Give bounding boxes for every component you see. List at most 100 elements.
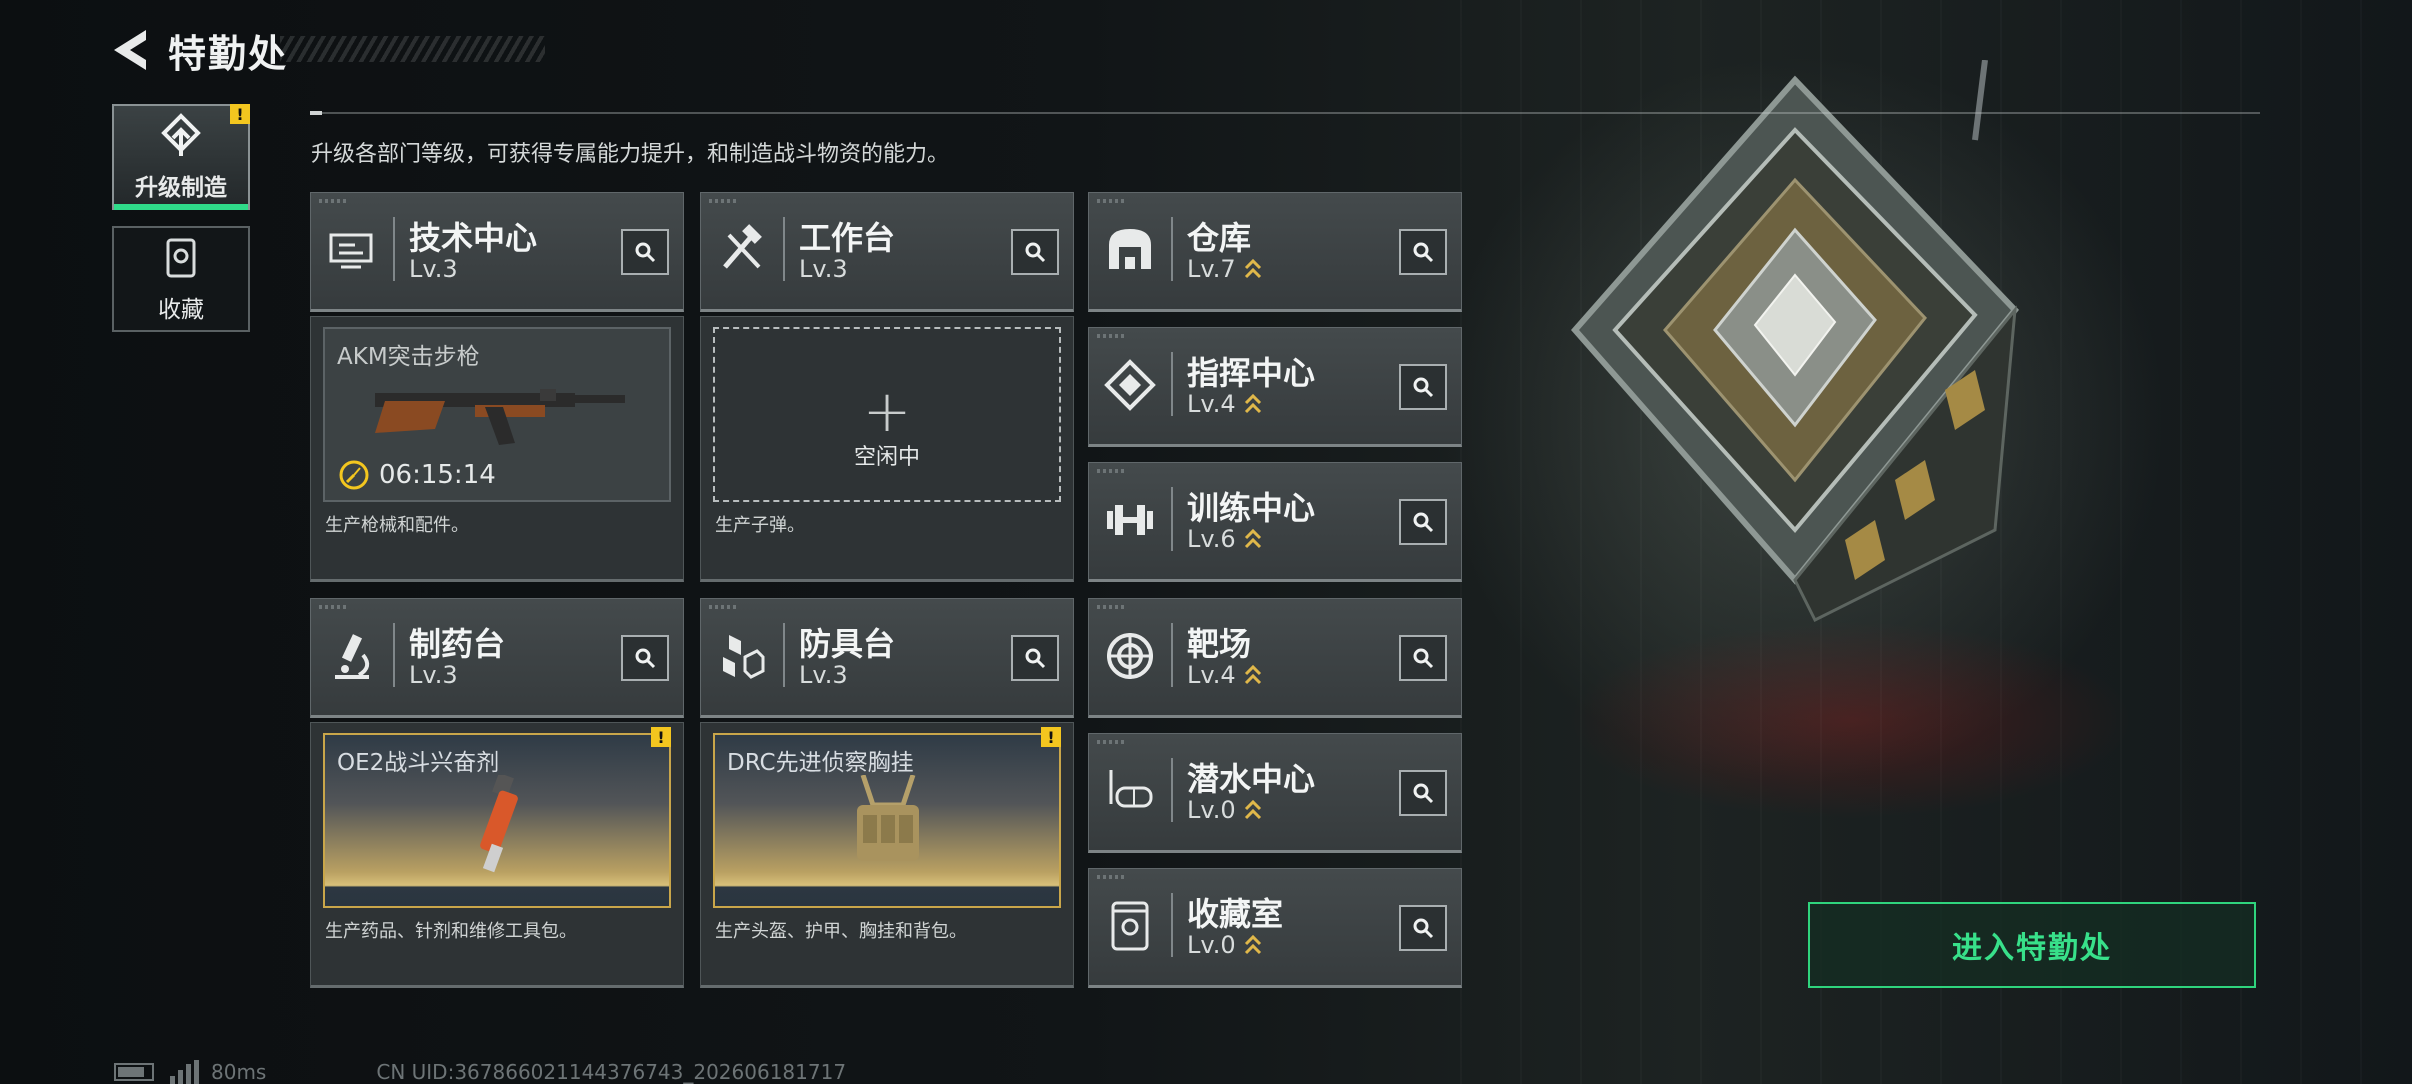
item-name: DRC先进侦察胸挂	[727, 750, 914, 776]
level-text: Lv.4	[1187, 390, 1236, 418]
shooting-range-icon	[1103, 629, 1157, 683]
department-name: 指挥中心	[1187, 354, 1316, 392]
production-panel-workbench[interactable]: + 空闲中 生产子弹。	[700, 316, 1074, 582]
department-name: 潜水中心	[1187, 760, 1316, 798]
back-arrow-icon[interactable]	[110, 26, 150, 74]
card-decoration	[319, 199, 349, 203]
department-name: 工作台	[799, 219, 896, 257]
card-decoration	[1097, 199, 1127, 203]
separator	[1171, 352, 1173, 416]
tech-center-icon	[325, 223, 379, 277]
department-level: Lv.0	[1187, 931, 1262, 959]
card-decoration	[709, 199, 739, 203]
search-icon	[1413, 512, 1434, 533]
panel-description: 生产枪械和配件。	[325, 515, 469, 536]
department-level: Lv.4	[1187, 390, 1262, 418]
search-button[interactable]	[1011, 229, 1059, 275]
department-name: 制药台	[409, 625, 506, 663]
level-text: Lv.3	[799, 661, 848, 689]
production-slot[interactable]: DRC先进侦察胸挂	[713, 733, 1061, 908]
department-card-diving-center[interactable]: 潜水中心 Lv.0	[1088, 733, 1462, 853]
panel-description: 生产头盔、护甲、胸挂和背包。	[715, 921, 967, 942]
separator	[1171, 758, 1173, 822]
search-button[interactable]	[621, 635, 669, 681]
akm-rifle-image	[375, 389, 625, 445]
search-button[interactable]	[1399, 499, 1447, 545]
search-button[interactable]	[1399, 770, 1447, 816]
warning-badge: !	[651, 727, 671, 747]
department-card-workbench[interactable]: 工作台 Lv.3	[700, 192, 1074, 312]
department-level: Lv.3	[799, 661, 848, 689]
level-text: Lv.7	[1187, 255, 1236, 283]
production-slot[interactable]: AKM突击步枪 06:15:14	[323, 327, 671, 502]
card-decoration	[1097, 469, 1127, 473]
department-card-training-center[interactable]: 训练中心 Lv.6	[1088, 462, 1462, 582]
level-text: Lv.6	[1187, 525, 1236, 553]
enter-special-ops-button[interactable]: 进入特勤处	[1808, 902, 2256, 988]
collection-room-icon	[1103, 899, 1157, 953]
separator	[393, 217, 395, 281]
search-button[interactable]	[1399, 905, 1447, 951]
upgrade-available-icon	[1244, 528, 1261, 549]
level-text: Lv.3	[409, 661, 458, 689]
card-decoration	[1097, 605, 1127, 609]
department-name: 训练中心	[1187, 489, 1316, 527]
tab-upgrade-manufacture[interactable]: 升级制造 !	[112, 104, 250, 210]
production-panel-tech[interactable]: AKM突击步枪 06:15:14 生产枪械和配件。	[310, 316, 684, 582]
production-slot[interactable]: OE2战斗兴奋剂	[323, 733, 671, 908]
department-card-command-center[interactable]: 指挥中心 Lv.4	[1088, 327, 1462, 447]
tab-collection[interactable]: 收藏	[112, 226, 250, 332]
page-header: 特勤处	[110, 22, 288, 78]
production-panel-pharmacy[interactable]: OE2战斗兴奋剂 ! 生产药品、针剂和维修工具包。	[310, 722, 684, 988]
department-level: Lv.3	[409, 255, 458, 283]
search-button[interactable]	[1011, 635, 1059, 681]
search-button[interactable]	[1399, 364, 1447, 410]
department-card-collection-room[interactable]: 收藏室 Lv.0	[1088, 868, 1462, 988]
page-description: 升级各部门等级，可获得专属能力提升，和制造战斗物资的能力。	[311, 142, 950, 167]
status-bar: 80ms CN UID:367866021144376743_202606181…	[114, 1060, 846, 1084]
department-level: Lv.0	[1187, 796, 1262, 824]
upgrade-icon	[158, 112, 204, 162]
page-title: 特勤处	[168, 31, 289, 76]
search-icon	[1413, 242, 1434, 263]
search-icon	[1413, 377, 1434, 398]
department-card-warehouse[interactable]: 仓库 Lv.7	[1088, 192, 1462, 312]
tab-label: 收藏	[158, 297, 204, 323]
diving-center-icon	[1103, 764, 1157, 818]
search-icon	[635, 648, 656, 669]
uid-text: CN UID:367866021144376743_202606181717	[376, 1060, 847, 1084]
command-center-icon	[1103, 358, 1157, 412]
department-level: Lv.7	[1187, 255, 1262, 283]
title-decoration	[280, 36, 545, 62]
workbench-icon	[715, 223, 769, 277]
timer-icon	[339, 460, 369, 490]
separator	[783, 623, 785, 687]
upgrade-available-icon	[1244, 258, 1261, 279]
search-icon	[1025, 242, 1046, 263]
divider	[310, 111, 2260, 115]
upgrade-available-icon	[1244, 934, 1261, 955]
production-panel-armor[interactable]: DRC先进侦察胸挂 ! 生产头盔、护甲、胸挂和背包。	[700, 722, 1074, 988]
upgrade-available-icon	[1244, 664, 1261, 685]
search-button[interactable]	[621, 229, 669, 275]
search-button[interactable]	[1399, 229, 1447, 275]
separator	[783, 217, 785, 281]
separator	[393, 623, 395, 687]
pharmacy-icon	[325, 629, 379, 683]
search-icon	[1413, 918, 1434, 939]
scene-cube	[1565, 59, 2025, 660]
separator	[1171, 623, 1173, 687]
warning-badge: !	[230, 104, 250, 124]
department-card-shooting-range[interactable]: 靶场 Lv.4	[1088, 598, 1462, 718]
search-icon	[1025, 648, 1046, 669]
department-card-tech-center[interactable]: 技术中心 Lv.3	[310, 192, 684, 312]
separator	[1171, 893, 1173, 957]
department-card-armor-bench[interactable]: 防具台 Lv.3	[700, 598, 1074, 718]
production-slot-idle[interactable]: + 空闲中	[713, 327, 1061, 502]
stimulant-syringe-image	[480, 775, 518, 873]
department-card-pharmacy[interactable]: 制药台 Lv.3	[310, 598, 684, 718]
department-level: Lv.3	[799, 255, 848, 283]
panel-description: 生产药品、针剂和维修工具包。	[325, 921, 577, 942]
ping-text: 80ms	[211, 1060, 267, 1084]
search-button[interactable]	[1399, 635, 1447, 681]
